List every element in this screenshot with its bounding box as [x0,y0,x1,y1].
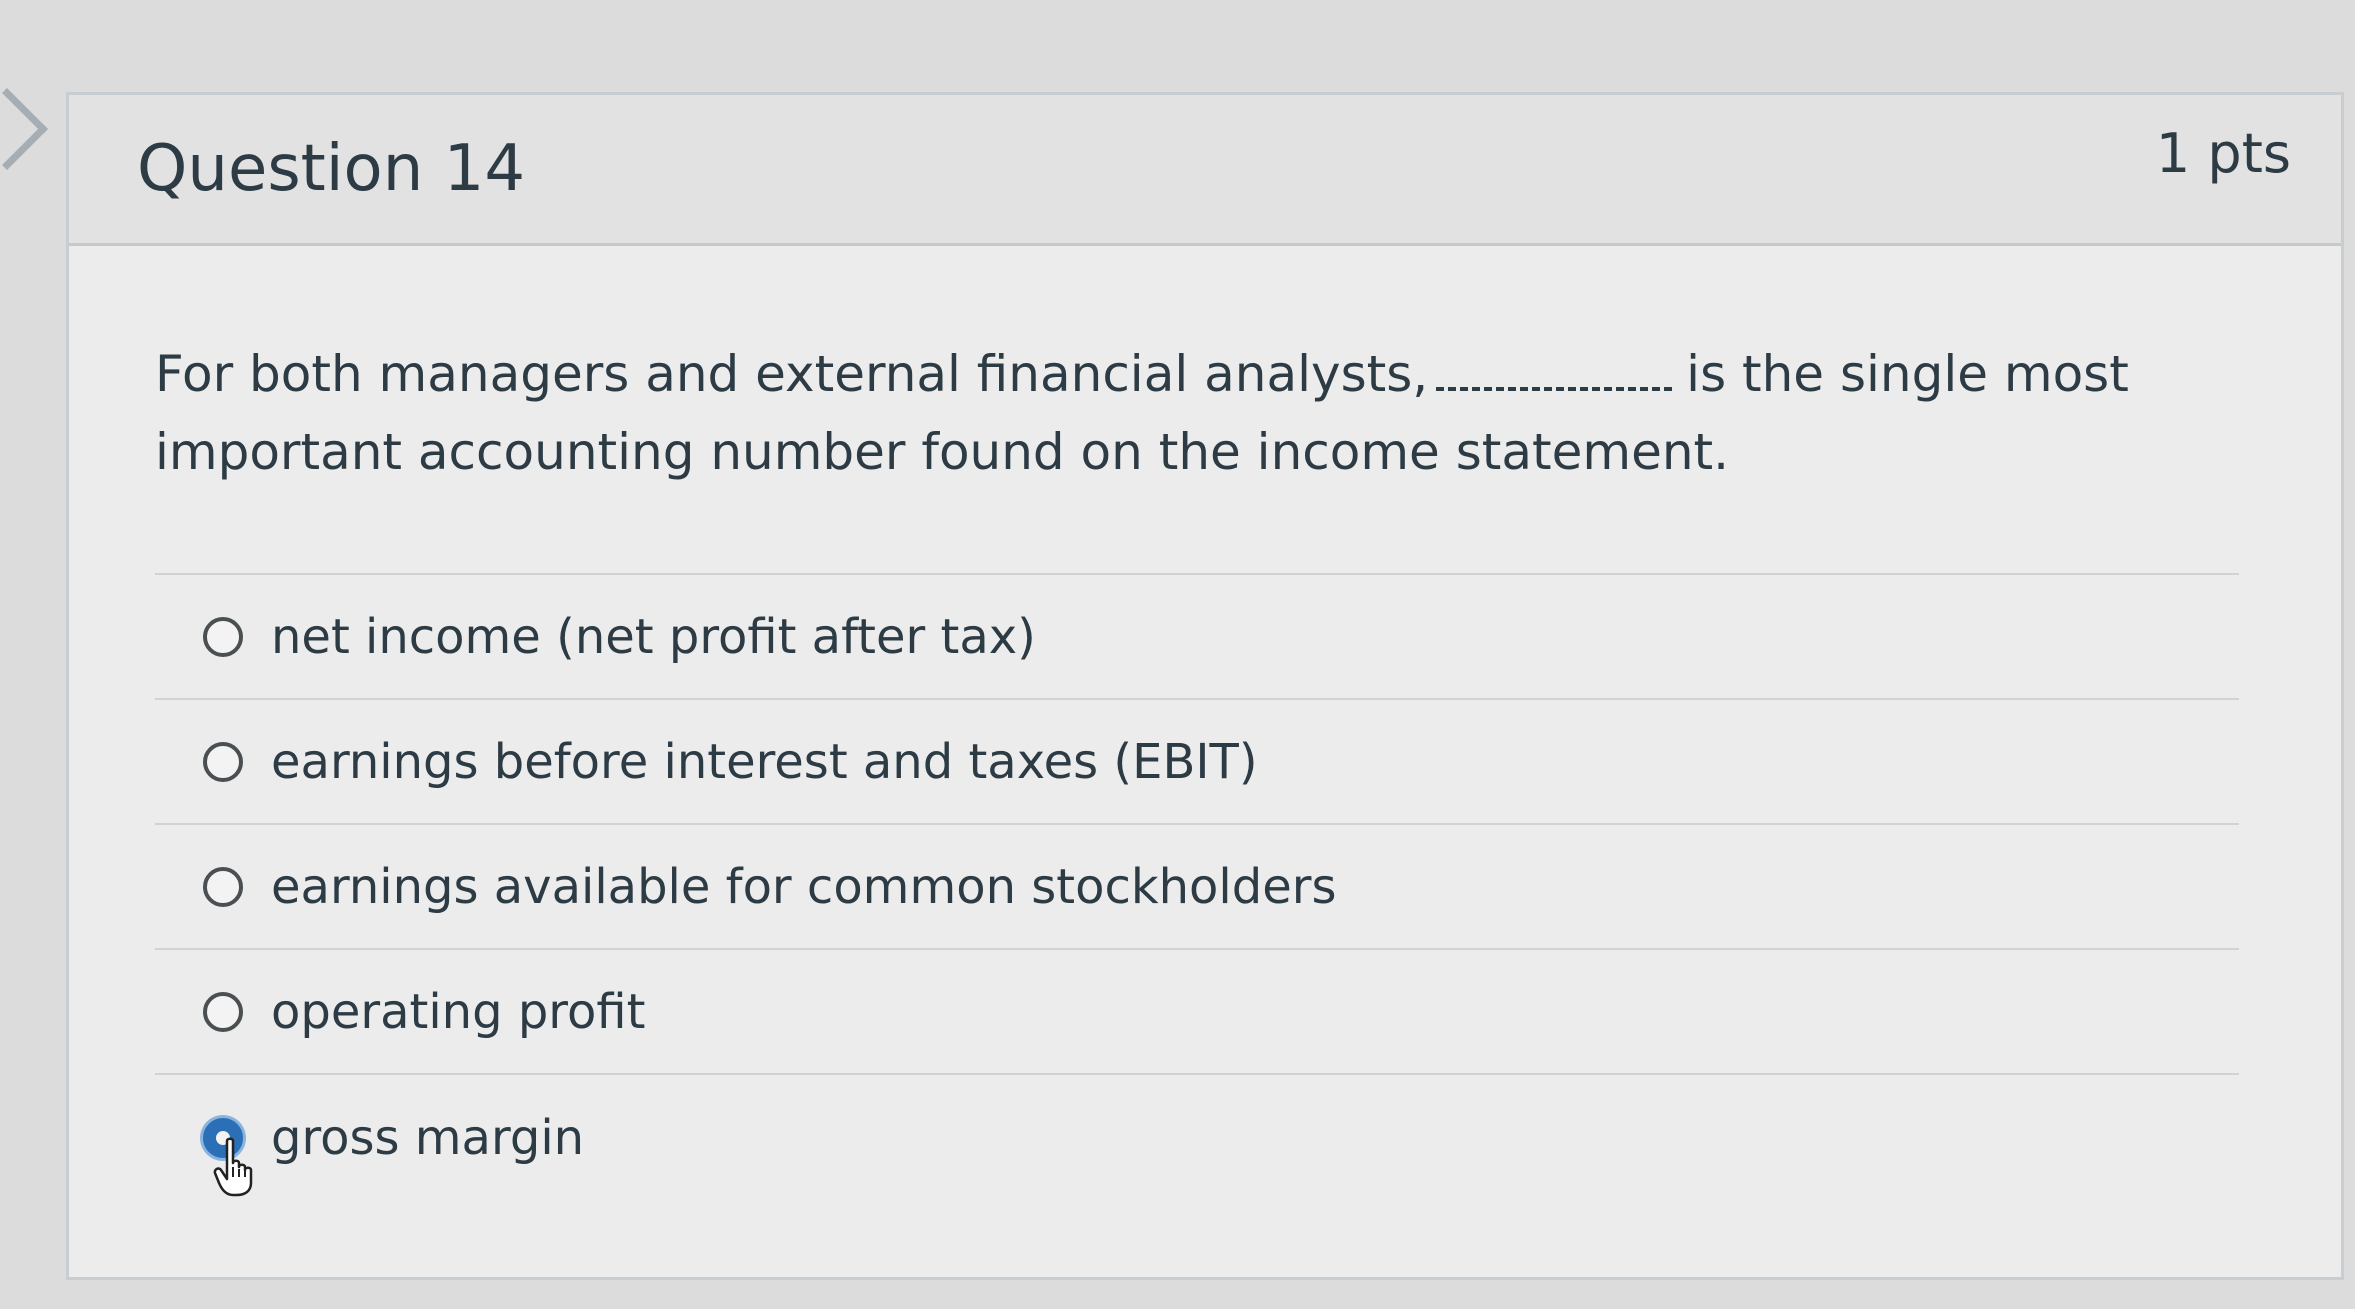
answer-option[interactable]: earnings before interest and taxes (EBIT… [155,700,2239,825]
answer-label: earnings available for common stockholde… [271,858,1337,915]
radio-button[interactable] [203,866,243,907]
answer-option[interactable]: earnings available for common stockholde… [155,825,2239,950]
answer-option-selected[interactable]: gross margin [155,1075,2239,1200]
answer-blank [1436,351,1673,391]
question-title: Question 14 [137,132,526,206]
question-card: Question 14 1 pts For both managers and … [66,92,2344,1280]
answer-list: net income (net profit after tax) earnin… [155,573,2239,1200]
question-points: 1 pts [2155,122,2291,185]
radio-button[interactable] [203,616,243,657]
answer-option[interactable]: operating profit [155,950,2239,1075]
answer-option[interactable]: net income (net profit after tax) [155,575,2239,700]
question-header: Question 14 1 pts [69,95,2341,246]
radio-button[interactable] [203,991,243,1032]
hand-pointer-icon [213,1137,253,1197]
answer-label: operating profit [271,983,646,1040]
question-text-before-blank: For both managers and external financial… [155,345,1429,403]
answer-label: gross margin [271,1109,585,1166]
chevron-right-icon[interactable] [0,87,49,171]
radio-button[interactable] [203,741,243,782]
question-text: For both managers and external financial… [155,335,2245,491]
answer-label: earnings before interest and taxes (EBIT… [271,733,1258,790]
answer-label: net income (net profit after tax) [271,608,1036,665]
